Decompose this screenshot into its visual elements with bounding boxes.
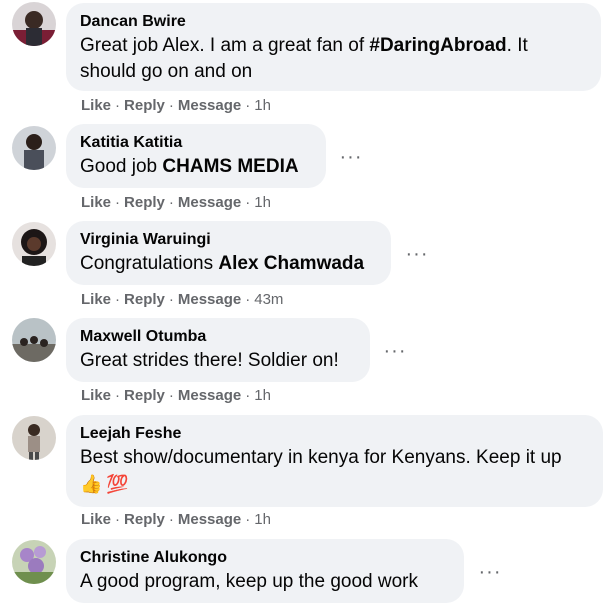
comment-actions: Like · Reply · Message · 1h xyxy=(81,387,271,404)
more-options-icon[interactable]: ··· xyxy=(403,240,431,268)
like-button[interactable]: Like xyxy=(81,511,111,528)
mention-link[interactable]: CHAMS MEDIA xyxy=(162,156,298,177)
comment-author[interactable]: Dancan Bwire xyxy=(80,11,587,33)
more-options-icon[interactable]: ··· xyxy=(476,558,504,586)
like-button[interactable]: Like xyxy=(81,291,111,308)
reply-button[interactable]: Reply xyxy=(124,511,165,528)
message-button[interactable]: Message xyxy=(178,97,241,114)
avatar[interactable] xyxy=(12,126,56,170)
more-options-icon[interactable]: ··· xyxy=(337,143,365,171)
more-options-icon[interactable]: ··· xyxy=(381,337,409,365)
reply-button[interactable]: Reply xyxy=(124,194,165,211)
comment-text: Great job Alex. I am a great fan of #Dar… xyxy=(80,35,528,82)
comment-timestamp[interactable]: 1h xyxy=(254,194,271,211)
avatar[interactable] xyxy=(12,540,56,584)
comment-author[interactable]: Katitia Katitia xyxy=(80,132,312,154)
comment-timestamp[interactable]: 43m xyxy=(254,291,283,308)
comment-actions: Like · Reply · Message · 1h xyxy=(81,511,271,528)
message-button[interactable]: Message xyxy=(178,511,241,528)
comment-actions: Like · Reply · Message · 1h xyxy=(81,194,271,211)
message-button[interactable]: Message xyxy=(178,387,241,404)
hashtag-link[interactable]: #DaringAbroad xyxy=(369,35,506,56)
comment-timestamp[interactable]: 1h xyxy=(254,97,271,114)
comment-text: Congratulations Alex Chamwada xyxy=(80,253,365,274)
comment-author[interactable]: Leejah Feshe xyxy=(80,423,589,445)
comment-text: Great strides there! Soldier on! xyxy=(80,350,339,371)
comment-timestamp[interactable]: 1h xyxy=(254,511,271,528)
comment-bubble: Christine Alukongo A good program, keep … xyxy=(66,539,464,603)
comment-bubble: Leejah Feshe Best show/documentary in ke… xyxy=(66,415,603,507)
message-button[interactable]: Message xyxy=(178,194,241,211)
reply-button[interactable]: Reply xyxy=(124,387,165,404)
comment-text: Good job CHAMS MEDIA xyxy=(80,156,299,177)
comment-emoji-row: 👍 💯 xyxy=(80,471,589,498)
like-button[interactable]: Like xyxy=(81,194,111,211)
avatar[interactable] xyxy=(12,2,56,46)
comment-text: A good program, keep up the good work xyxy=(80,571,419,592)
comment-bubble: Dancan Bwire Great job Alex. I am a grea… xyxy=(66,3,601,91)
avatar[interactable] xyxy=(12,222,56,266)
hundred-points-emoji: 💯 xyxy=(106,474,129,494)
comment-timestamp[interactable]: 1h xyxy=(254,387,271,404)
comment-text: Best show/documentary in kenya for Kenya… xyxy=(80,447,562,468)
reply-button[interactable]: Reply xyxy=(124,291,165,308)
comment-actions: Like · Reply · Message · 43m xyxy=(81,291,284,308)
comment-bubble: Katitia Katitia Good job CHAMS MEDIA xyxy=(66,124,326,188)
comment-author[interactable]: Virginia Waruingi xyxy=(80,229,377,251)
mention-link[interactable]: Alex Chamwada xyxy=(218,253,364,274)
comment-bubble: Maxwell Otumba Great strides there! Sold… xyxy=(66,318,370,382)
reply-button[interactable]: Reply xyxy=(124,97,165,114)
avatar[interactable] xyxy=(12,318,56,362)
thumbs-up-emoji: 👍 xyxy=(80,474,103,494)
avatar[interactable] xyxy=(12,416,56,460)
message-button[interactable]: Message xyxy=(178,291,241,308)
comment-bubble: Virginia Waruingi Congratulations Alex C… xyxy=(66,221,391,285)
like-button[interactable]: Like xyxy=(81,97,111,114)
like-button[interactable]: Like xyxy=(81,387,111,404)
comment-actions: Like · Reply · Message · 1h xyxy=(81,97,271,114)
comment-author[interactable]: Maxwell Otumba xyxy=(80,326,356,348)
comment-author[interactable]: Christine Alukongo xyxy=(80,547,450,569)
